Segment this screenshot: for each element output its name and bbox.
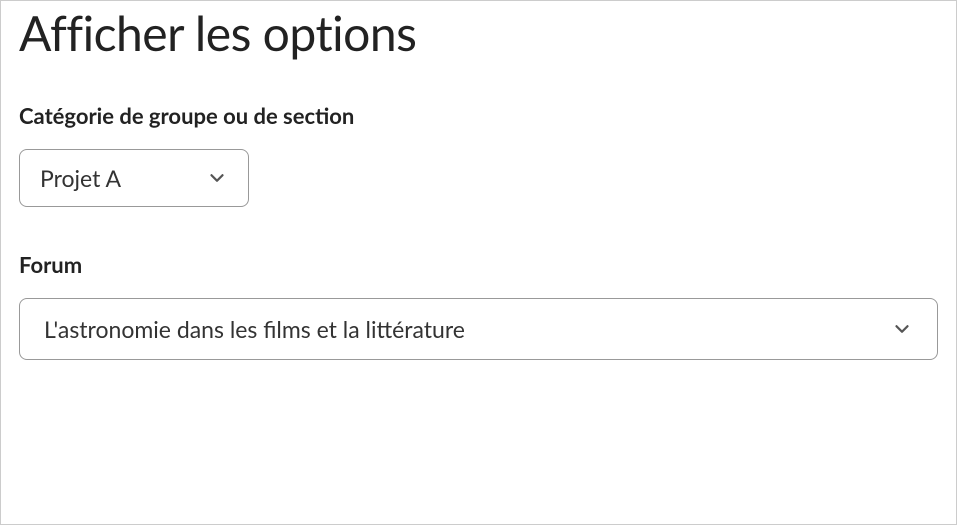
chevron-down-icon	[891, 318, 913, 340]
forum-label: Forum	[19, 251, 938, 278]
page-title: Afficher les options	[19, 5, 938, 62]
category-select[interactable]: Projet A	[19, 149, 249, 207]
chevron-down-icon	[206, 167, 228, 189]
category-select-value: Projet A	[40, 164, 186, 192]
forum-field-group: Forum L'astronomie dans les films et la …	[19, 251, 938, 360]
forum-select[interactable]: L'astronomie dans les films et la littér…	[19, 298, 938, 360]
category-field-group: Catégorie de groupe ou de section Projet…	[19, 102, 938, 207]
forum-select-value: L'astronomie dans les films et la littér…	[44, 315, 871, 343]
category-label: Catégorie de groupe ou de section	[19, 102, 938, 129]
